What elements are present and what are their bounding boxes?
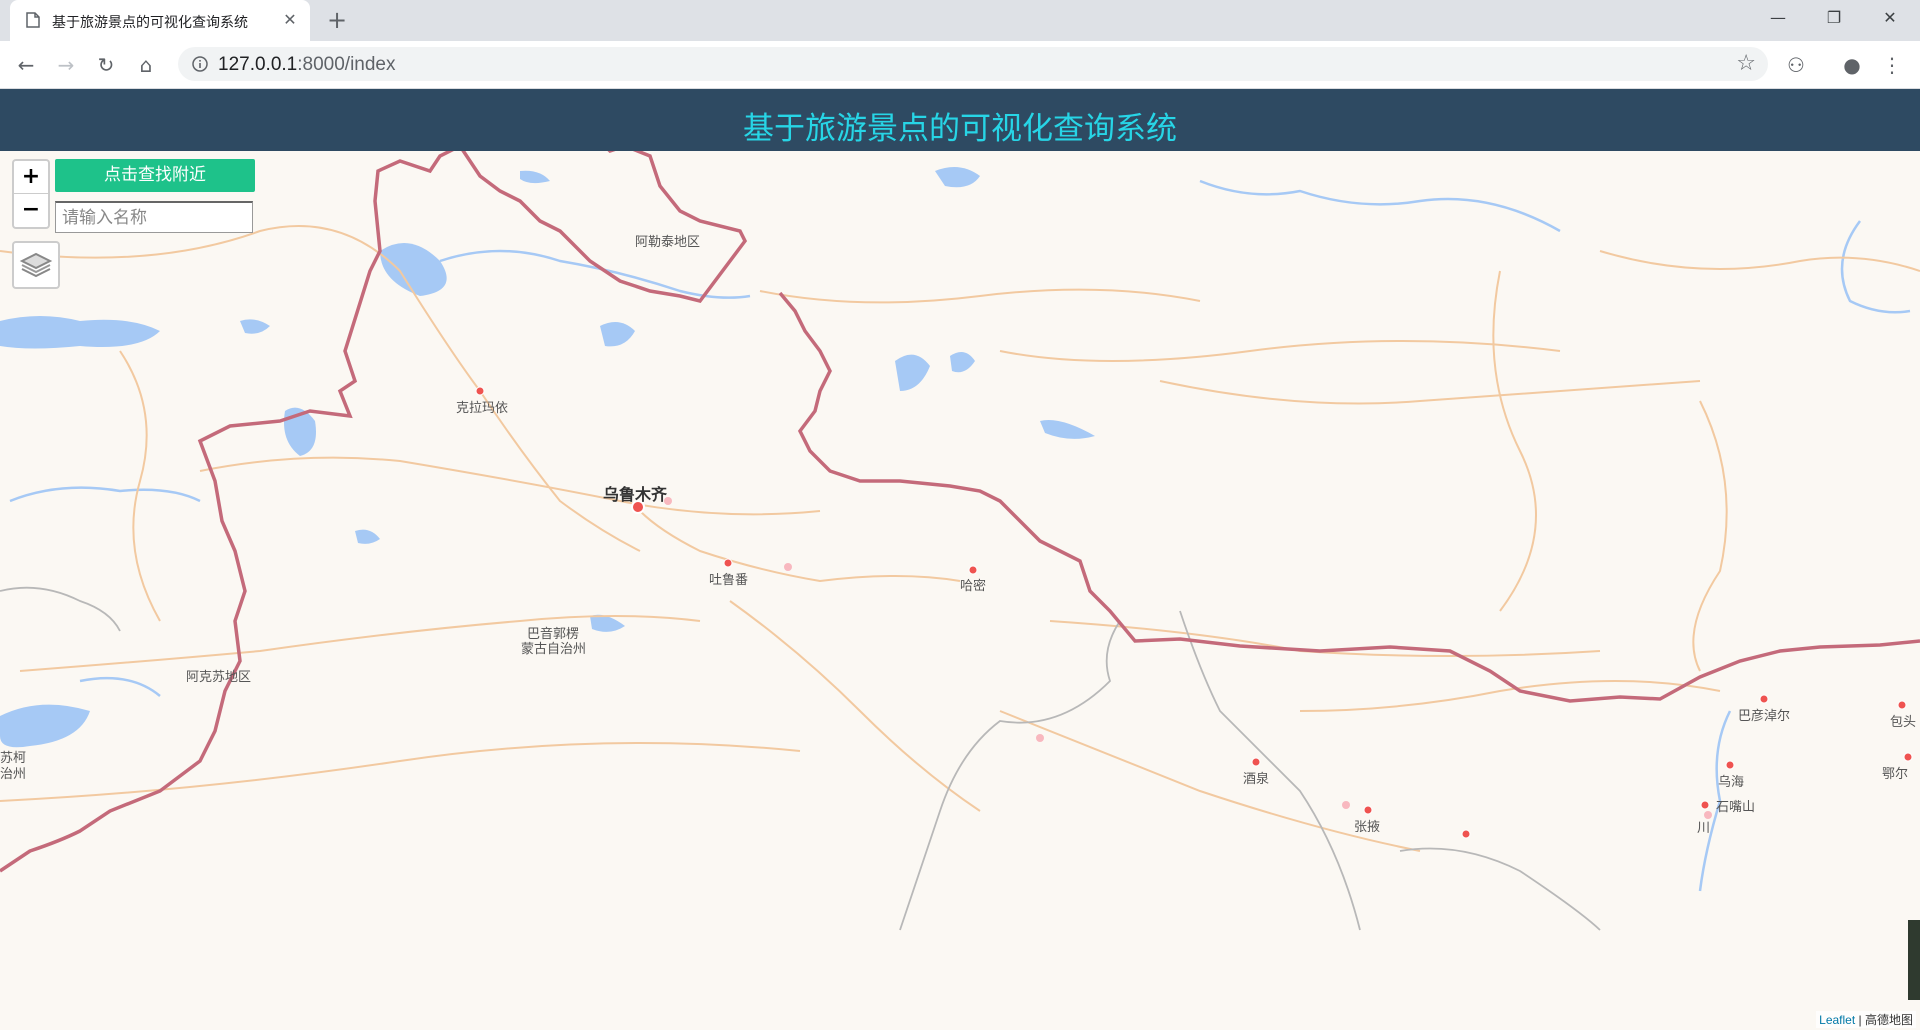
close-window-icon[interactable]: ✕ <box>1862 0 1918 36</box>
layers-button[interactable] <box>12 241 60 289</box>
forward-icon[interactable]: → <box>52 51 80 79</box>
home-icon[interactable]: ⌂ <box>132 51 160 79</box>
tab-strip: 基于旅游景点的可视化查询系统 ✕ + — ❐ ✕ <box>0 0 1920 41</box>
map-label: 吐鲁番 <box>709 573 749 588</box>
browser-tab[interactable]: 基于旅游景点的可视化查询系统 ✕ <box>10 0 310 41</box>
national-border-east <box>778 291 1920 703</box>
map-label: 巴彦淖尔 <box>1738 709 1791 724</box>
city-markers <box>475 386 1913 839</box>
browser-toolbar: ← → ↻ ⌂ 127.0.0.1:8000/index ☆ ⚇ ● ⋮ <box>0 41 1920 89</box>
menu-icon[interactable]: ⋮ <box>1878 51 1906 79</box>
browser-window: 基于旅游景点的可视化查询系统 ✕ + — ❐ ✕ ← → ↻ ⌂ 127.0.0… <box>0 0 1920 1030</box>
zoom-in-button[interactable]: + <box>14 161 48 194</box>
map-view[interactable]: 阿勒泰地区 克拉玛依 乌鲁木齐 吐鲁番 哈密 巴音郭楞 蒙古自治州 阿克苏地区 … <box>0 151 1920 1030</box>
map-label: 阿克苏地区 <box>186 670 252 685</box>
layers-icon <box>19 252 53 278</box>
map-label: 乌鲁木齐 <box>603 485 668 504</box>
map-side-strip <box>1908 920 1920 1000</box>
info-icon[interactable] <box>192 56 208 72</box>
map-label: 张掖 <box>1354 820 1381 835</box>
reload-icon[interactable]: ↻ <box>92 51 120 79</box>
tab-title: 基于旅游景点的可视化查询系统 <box>52 15 248 31</box>
maximize-icon[interactable]: ❐ <box>1806 0 1862 36</box>
map-label: 酒泉 <box>1243 772 1270 787</box>
tab-close-icon[interactable]: ✕ <box>280 10 300 30</box>
rivers <box>9 179 1911 892</box>
tile-provider: 高德地图 <box>1864 1013 1913 1027</box>
page-icon <box>26 12 40 28</box>
profile-icon[interactable]: ● <box>1838 51 1866 79</box>
map-label: 乌海 <box>1718 775 1745 790</box>
province-borders <box>0 586 1601 931</box>
map-label: 川 <box>1697 821 1711 836</box>
extension-icon[interactable]: ⚇ <box>1782 51 1810 79</box>
name-search-input[interactable] <box>55 201 253 233</box>
url-path: :8000/index <box>297 54 396 75</box>
url-host: 127.0.0.1 <box>218 54 298 75</box>
zoom-out-button[interactable]: − <box>14 194 48 226</box>
map-label: 石嘴山 <box>1716 800 1756 815</box>
bookmark-star-icon[interactable]: ☆ <box>1736 51 1756 76</box>
page-title: 基于旅游景点的可视化查询系统 <box>743 111 1177 147</box>
new-tab-icon[interactable]: + <box>324 8 350 34</box>
map-attribution: Leaflet | 高德地图 <box>1816 1011 1916 1028</box>
minimize-icon[interactable]: — <box>1750 0 1806 36</box>
zoom-control: + − <box>12 159 50 229</box>
find-nearby-button[interactable]: 点击查找附近 <box>55 159 255 192</box>
url-text: 127.0.0.1:8000/index <box>218 54 396 76</box>
leaflet-link[interactable]: Leaflet <box>1819 1013 1855 1027</box>
map-label: 鄂尔 <box>1882 767 1909 782</box>
map-label: 蒙古自治州 <box>521 642 587 657</box>
attribution-separator: | <box>1855 1013 1865 1027</box>
roads <box>0 225 1920 852</box>
map-label: 治州 <box>0 767 27 782</box>
map-label: 哈密 <box>960 579 987 594</box>
app-header: 基于旅游景点的可视化查询系统 <box>0 89 1920 151</box>
map-label: 阿勒泰地区 <box>635 235 701 250</box>
map-label: 克拉玛依 <box>456 401 509 416</box>
back-icon[interactable]: ← <box>12 51 40 79</box>
map-label: 包头 <box>1890 715 1917 730</box>
address-bar[interactable]: 127.0.0.1:8000/index ☆ <box>178 47 1768 81</box>
